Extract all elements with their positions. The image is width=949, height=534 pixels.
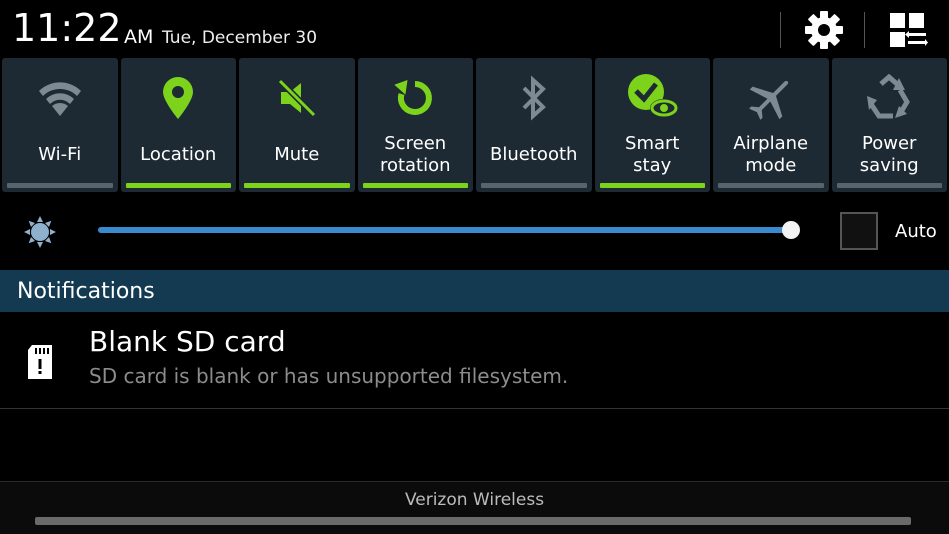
quick-panel-edit-button[interactable] xyxy=(880,8,936,52)
toggle-screen-rotation[interactable]: Screen rotation xyxy=(357,58,473,192)
sd-card-warning-icon xyxy=(28,345,52,379)
toggle-bluetooth[interactable]: Bluetooth xyxy=(476,58,592,192)
notification-text: SD card is blank or has unsupported file… xyxy=(89,364,569,388)
settings-button[interactable] xyxy=(798,8,850,52)
panel-drag-handle[interactable] xyxy=(35,517,911,525)
toggle-indicator xyxy=(481,183,587,188)
notification-title: Blank SD card xyxy=(89,325,286,358)
toggle-label: Mute xyxy=(274,144,320,165)
toggle-location[interactable]: Location xyxy=(120,58,236,192)
header-divider xyxy=(780,12,781,48)
toggle-indicator xyxy=(244,183,350,188)
notifications-header: Notifications xyxy=(0,270,949,312)
auto-brightness-label: Auto xyxy=(895,221,937,242)
wifi-icon xyxy=(38,82,81,116)
toggle-indicator xyxy=(718,183,824,188)
carrier-bar: Verizon Wireless xyxy=(0,481,949,534)
location-pin-icon xyxy=(163,77,194,119)
mute-icon xyxy=(277,78,316,118)
toggle-smart-stay[interactable]: Smart stay xyxy=(594,58,710,192)
auto-brightness-checkbox[interactable] xyxy=(840,212,878,250)
toggle-power-saving[interactable]: Power saving xyxy=(831,58,947,192)
status-header: 11:22 AM Tue, December 30 xyxy=(0,0,949,58)
carrier-label: Verizon Wireless xyxy=(404,490,545,510)
toggle-indicator xyxy=(362,183,468,188)
gear-icon xyxy=(805,11,843,49)
toggle-label: Screen rotation xyxy=(379,133,451,176)
recycle-icon xyxy=(867,74,911,119)
rotation-icon xyxy=(394,79,433,115)
toggle-label: Location xyxy=(140,144,217,165)
airplane-icon xyxy=(748,80,788,120)
divider xyxy=(0,408,949,409)
toggle-mute[interactable]: Mute xyxy=(239,58,355,192)
toggle-airplane-mode[interactable]: Airplane mode xyxy=(713,58,829,192)
brightness-slider-thumb[interactable] xyxy=(781,221,800,239)
smart-stay-icon xyxy=(628,74,679,117)
toggle-indicator xyxy=(7,183,113,188)
toggle-label: Airplane mode xyxy=(733,133,809,176)
toggle-wifi[interactable]: Wi-Fi xyxy=(2,58,118,192)
grid-toggle-icon xyxy=(890,13,928,47)
brightness-icon xyxy=(24,216,56,248)
clock: 11:22 xyxy=(12,6,122,50)
toggle-indicator xyxy=(125,183,231,188)
notification-item[interactable]: Blank SD card SD card is blank or has un… xyxy=(0,313,949,408)
date: Tue, December 30 xyxy=(162,28,318,48)
toggle-label: Smart stay xyxy=(625,133,680,176)
clock-ampm: AM xyxy=(124,26,154,48)
notifications-header-label: Notifications xyxy=(17,279,155,304)
bluetooth-icon xyxy=(522,75,546,121)
toggle-indicator xyxy=(836,183,942,188)
toggle-indicator xyxy=(599,183,705,188)
toggle-label: Bluetooth xyxy=(490,144,578,165)
brightness-slider[interactable] xyxy=(98,221,800,239)
header-divider xyxy=(864,12,865,48)
toggle-label: Wi-Fi xyxy=(38,144,82,165)
quick-settings-toggles: Wi-Fi Location Mute Screen rotation Blue… xyxy=(0,58,949,195)
toggle-label: Power saving xyxy=(859,133,919,176)
brightness-slider-fill xyxy=(98,227,791,233)
